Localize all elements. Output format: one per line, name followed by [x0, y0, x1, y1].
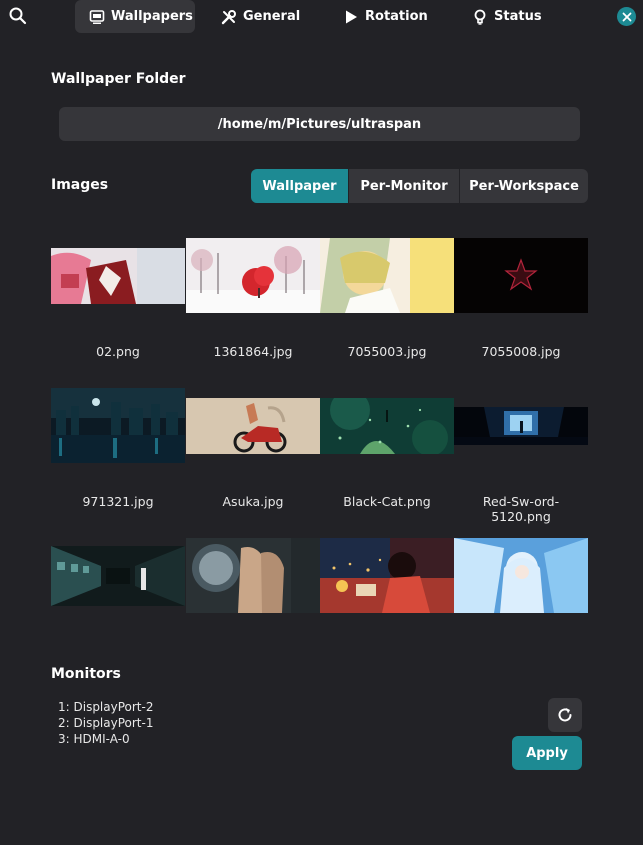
tab-rotation[interactable]: Rotation — [343, 0, 433, 33]
tab-wallpapers[interactable]: Wallpapers — [75, 0, 195, 33]
close-icon — [622, 12, 631, 21]
image-icon — [89, 9, 105, 24]
wallpaper-thumb-1361864[interactable] — [186, 238, 320, 313]
wallpaper-thumb-12[interactable] — [454, 538, 588, 613]
wallpaper-image — [454, 538, 588, 613]
wallpaper-thumb-black-cat[interactable] — [320, 388, 454, 463]
folder-chooser-button[interactable]: /home/m/Pictures/ultraspan — [59, 107, 580, 141]
wallpaper-caption: 7055003.jpg — [347, 344, 427, 359]
wallpaper-caption: Asuka.jpg — [222, 494, 284, 509]
wallpaper-image — [320, 538, 454, 613]
wallpaper-thumb-red-sword[interactable] — [454, 388, 588, 463]
wallpaper-thumb-7055008[interactable] — [454, 238, 588, 313]
wallpaper-caption: 7055008.jpg — [481, 344, 561, 359]
monitor-item: 2: DisplayPort-1 — [58, 716, 154, 730]
wallpaper-image — [320, 238, 454, 313]
wallpaper-image — [186, 397, 320, 454]
tab-label: Wallpapers — [111, 9, 193, 24]
wallpaper-thumb-7055003[interactable] — [320, 238, 454, 313]
monitor-list: 1: DisplayPort-2 2: DisplayPort-1 3: HDM… — [58, 699, 153, 747]
wallpaper-thumb-asuka[interactable] — [186, 388, 320, 463]
search-icon — [9, 7, 27, 25]
monitors-title: Monitors — [51, 666, 121, 682]
close-button[interactable] — [617, 7, 636, 26]
wallpaper-caption: 1361864.jpg — [213, 344, 293, 359]
lightbulb-icon — [474, 9, 486, 25]
wallpaper-caption: Black-Cat.png — [343, 494, 431, 509]
tab-general[interactable]: General — [221, 0, 311, 33]
wallpaper-image — [454, 406, 588, 445]
images-title: Images — [51, 177, 109, 193]
tab-label: General — [243, 9, 301, 24]
monitor-item: 1: DisplayPort-2 — [58, 700, 154, 714]
mode-per-workspace-button[interactable]: Per-Workspace — [460, 169, 588, 203]
tools-icon — [221, 9, 236, 24]
tab-status[interactable]: Status — [472, 0, 552, 33]
wallpaper-caption: 971321.jpg — [82, 494, 154, 509]
apply-label: Apply — [526, 745, 568, 761]
monitor-item: 3: HDMI-A-0 — [58, 732, 130, 746]
play-icon — [346, 10, 357, 23]
tab-label: Rotation — [365, 9, 428, 24]
apply-button[interactable]: Apply — [512, 736, 582, 770]
refresh-monitors-button[interactable] — [548, 698, 582, 732]
wallpaper-thumb-11[interactable] — [320, 538, 454, 613]
wallpaper-caption: Red-Sw-ord-5120.png — [482, 494, 560, 524]
wallpaper-image — [186, 538, 320, 613]
mode-wallpaper-button[interactable]: Wallpaper — [251, 169, 348, 203]
wallpaper-image — [454, 238, 588, 313]
mode-label: Per-Monitor — [360, 178, 448, 194]
search-button[interactable] — [8, 6, 28, 26]
mode-label: Wallpaper — [262, 178, 337, 194]
wallpaper-folder-title: Wallpaper Folder — [51, 71, 186, 87]
wallpaper-thumb-971321[interactable] — [51, 388, 185, 463]
wallpaper-image — [186, 238, 320, 313]
header-bar: Wallpapers General Rotation Status — [0, 0, 643, 34]
refresh-icon — [558, 708, 572, 722]
wallpaper-image — [51, 545, 185, 606]
wallpaper-thumb-9[interactable] — [51, 538, 185, 613]
tab-label: Status — [494, 9, 542, 24]
wallpaper-thumb-10[interactable] — [186, 538, 320, 613]
wallpaper-thumb-02[interactable] — [51, 238, 185, 313]
wallpaper-image — [51, 388, 185, 463]
wallpaper-image — [51, 247, 185, 304]
wallpaper-caption: 02.png — [96, 344, 140, 359]
mode-per-monitor-button[interactable]: Per-Monitor — [349, 169, 459, 203]
folder-path: /home/m/Pictures/ultraspan — [217, 116, 422, 132]
mode-label: Per-Workspace — [469, 178, 579, 194]
wallpaper-image — [320, 397, 454, 454]
